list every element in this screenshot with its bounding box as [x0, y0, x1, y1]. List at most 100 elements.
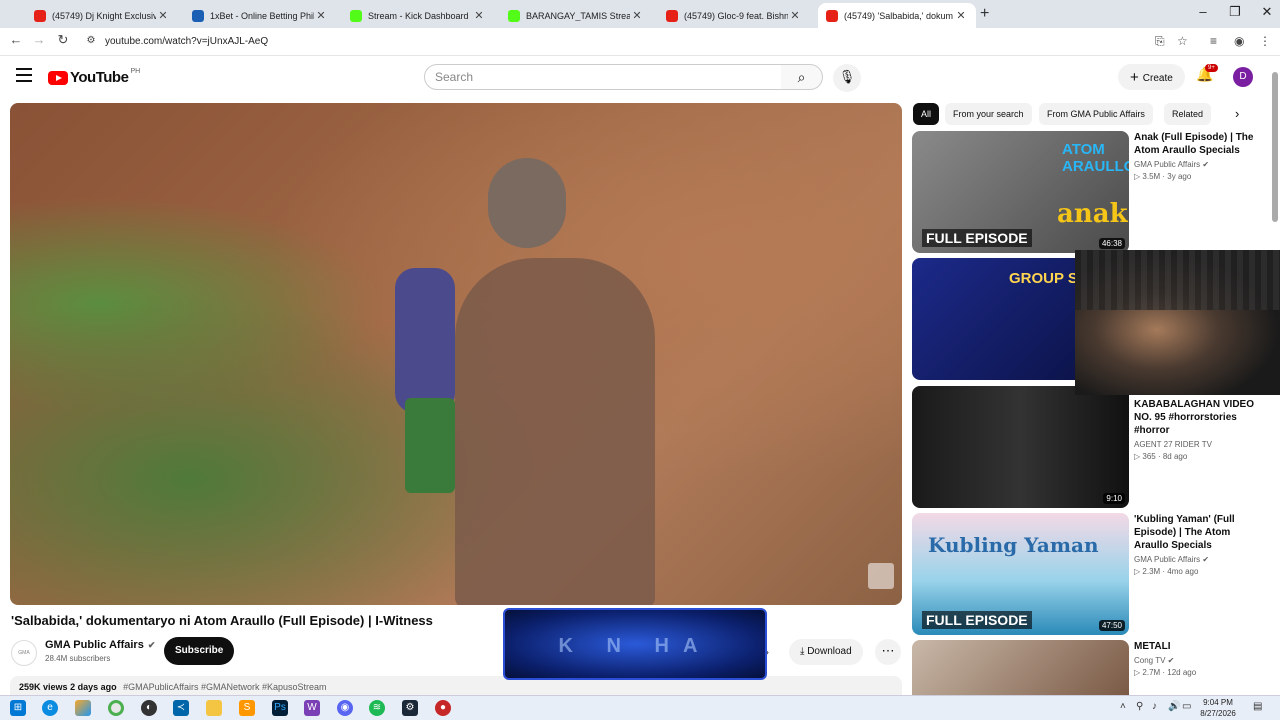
- close-tab-icon[interactable]: ✕: [788, 9, 802, 22]
- recommendation-item[interactable]: ATOM ARAULLO anak FULL EPISODE 46:38 Ana…: [912, 131, 1272, 253]
- copilot-icon[interactable]: [75, 700, 91, 716]
- profile-icon[interactable]: ◉: [1234, 34, 1244, 48]
- scrollbar-thumb[interactable]: [1272, 72, 1278, 222]
- minimize-button[interactable]: –: [1188, 4, 1218, 19]
- tray-chevron-icon[interactable]: ˄: [1120, 701, 1126, 712]
- create-button[interactable]: + Create: [1118, 64, 1185, 90]
- recorder-icon[interactable]: ●: [435, 700, 451, 716]
- bookmark-star-icon[interactable]: ☆: [1177, 34, 1188, 48]
- close-tab-icon[interactable]: ✕: [314, 9, 328, 22]
- video-thumbnail[interactable]: Kubling Yaman FULL EPISODE 47:50: [912, 513, 1129, 635]
- sublime-icon[interactable]: S: [239, 700, 255, 716]
- photoshop-icon[interactable]: Ps: [272, 700, 288, 716]
- file-explorer-icon[interactable]: [206, 700, 222, 716]
- obs-icon[interactable]: ◐: [141, 700, 157, 716]
- video-duration: 9:10: [1103, 493, 1125, 504]
- browser-tab[interactable]: (45749) Gloc-9 feat. Bishnu Pan ✕: [658, 3, 810, 28]
- back-arrow-icon[interactable]: ←: [6, 32, 26, 47]
- reload-icon[interactable]: ↻: [53, 32, 73, 48]
- forward-arrow-icon[interactable]: →: [29, 32, 49, 47]
- download-button[interactable]: ⤓ Download: [789, 639, 863, 665]
- recommendation-item[interactable]: Kubling Yaman FULL EPISODE 47:50 'Kublin…: [912, 513, 1272, 635]
- channel-name[interactable]: GMA Public Affairs ✔: [45, 639, 155, 651]
- new-tab-button[interactable]: +: [980, 5, 989, 23]
- video-thumbnail[interactable]: 9:10: [912, 386, 1129, 508]
- recommendation-item[interactable]: METALI Cong TV ✔ ▷ 2.7M · 12d ago: [912, 640, 1272, 695]
- recommendation-channel[interactable]: Cong TV: [1134, 656, 1165, 665]
- vscode-icon[interactable]: ≺: [173, 700, 189, 716]
- description-box[interactable]: 259K views 2 days ago #GMAPublicAffairs …: [10, 676, 902, 696]
- url-field[interactable]: youtube.com/watch?v=jUnxAJL-AeQ: [105, 36, 268, 47]
- spotify-icon[interactable]: ≋: [369, 700, 385, 716]
- windows-icon[interactable]: ⊞: [10, 700, 26, 716]
- youtube-favicon-icon: [826, 9, 838, 22]
- browser-tab[interactable]: (45749) Dj Knight Exclusive ( lo ✕: [26, 3, 178, 28]
- chevron-right-icon[interactable]: ›: [1235, 106, 1239, 121]
- chip-from-channel[interactable]: From GMA Public Affairs: [1039, 103, 1153, 125]
- browser-tab[interactable]: Stream - Kick Dashboard ✕: [342, 3, 494, 28]
- recommendation-channel[interactable]: AGENT 27 RIDER TV: [1134, 440, 1212, 449]
- recommendation-title[interactable]: METALI: [1134, 640, 1264, 653]
- site-info-icon[interactable]: ⚙: [81, 35, 101, 46]
- youtube-header: YouTube PH Search ⌕ 🎙 + Create 🔔 9+ D: [0, 56, 1280, 98]
- video-thumbnail[interactable]: ATOM ARAULLO anak FULL EPISODE 46:38: [912, 131, 1129, 253]
- channel-watermark[interactable]: [868, 563, 894, 589]
- recommendation-title[interactable]: 'Kubling Yaman' (Full Episode) | The Ato…: [1134, 513, 1264, 552]
- chrome-icon[interactable]: [108, 700, 124, 716]
- video-title: 'Salbabida,' dokumentaryo ni Atom Araull…: [11, 613, 433, 628]
- close-tab-icon[interactable]: ✕: [954, 9, 968, 22]
- notification-center-icon[interactable]: ▤: [1253, 701, 1262, 712]
- taskbar-clock[interactable]: 9:04 PM 8/27/2026: [1195, 697, 1241, 719]
- upload-age: 2 days ago: [70, 682, 117, 692]
- play-icon: ▷: [1134, 668, 1141, 677]
- video-thumbnail[interactable]: [912, 640, 1129, 695]
- chip-from-search[interactable]: From your search: [945, 103, 1032, 125]
- video-frame-figure: [455, 258, 655, 605]
- close-tab-icon[interactable]: ✕: [156, 9, 170, 22]
- browser-tab[interactable]: BARANGAY_TAMIS Stream - Wa ✕: [500, 3, 652, 28]
- clock-time: 9:04 PM: [1203, 698, 1233, 707]
- menu-icon[interactable]: [16, 68, 32, 82]
- notification-badge: 9+: [1205, 64, 1218, 72]
- recommendation-title[interactable]: Anak (Full Episode) | The Atom Araullo S…: [1134, 131, 1264, 157]
- page-scrollbar[interactable]: [1271, 62, 1279, 692]
- winamp-icon[interactable]: W: [304, 700, 320, 716]
- browser-tab[interactable]: 1xBet - Online Betting Philippin ✕: [184, 3, 336, 28]
- steam-icon[interactable]: ⚙: [402, 700, 418, 716]
- search-input[interactable]: Search: [424, 64, 782, 90]
- search-button[interactable]: ⌕: [781, 64, 823, 90]
- recommendation-channel[interactable]: GMA Public Affairs: [1134, 160, 1200, 169]
- subscribe-button[interactable]: Subscribe: [164, 637, 235, 665]
- close-tab-icon[interactable]: ✕: [630, 9, 644, 22]
- restore-button[interactable]: ❐: [1220, 4, 1250, 20]
- recommendation-title[interactable]: KABABALAGHAN VIDEO NO. 95 #horrorstories…: [1134, 398, 1264, 437]
- close-window-button[interactable]: ✕: [1252, 4, 1280, 20]
- verified-icon: ✔: [1202, 555, 1210, 564]
- voice-search-button[interactable]: 🎙: [833, 64, 861, 92]
- more-actions-icon[interactable]: ⋯: [875, 639, 901, 665]
- install-app-icon[interactable]: ⎘: [1155, 34, 1165, 49]
- edge-icon[interactable]: e: [42, 700, 58, 716]
- discord-icon[interactable]: ◉: [337, 700, 353, 716]
- chip-related[interactable]: Related: [1164, 103, 1212, 125]
- channel-avatar[interactable]: GMA: [11, 640, 37, 666]
- battery-icon[interactable]: ▭: [1182, 701, 1191, 712]
- tab-label: (45749) 'Salbabida,' dokum: [844, 10, 954, 21]
- youtube-play-icon: [48, 70, 68, 85]
- recommendation-item[interactable]: 9:10 KABABALAGHAN VIDEO NO. 95 #horrorst…: [912, 386, 1272, 508]
- hashtags[interactable]: #GMAPublicAffairs #GMANetwork #KapusoStr…: [123, 682, 326, 692]
- chip-all[interactable]: All: [913, 103, 940, 125]
- browser-menu-icon[interactable]: ⋮: [1259, 34, 1271, 48]
- tab-label: (45749) Gloc-9 feat. Bishnu Pan: [684, 10, 788, 21]
- volume-icon[interactable]: 🔊: [1168, 701, 1180, 712]
- browser-tab-active[interactable]: (45749) 'Salbabida,' dokum ✕: [818, 3, 976, 28]
- youtube-logo[interactable]: YouTube PH: [48, 68, 140, 86]
- close-tab-icon[interactable]: ✕: [472, 9, 486, 22]
- media-controls-icon[interactable]: ≡: [1210, 34, 1217, 48]
- account-avatar[interactable]: D: [1233, 67, 1253, 87]
- network-icon[interactable]: ⚲: [1136, 701, 1143, 712]
- microphone-tray-icon[interactable]: ♪: [1152, 701, 1157, 712]
- recommendation-channel[interactable]: GMA Public Affairs: [1134, 555, 1200, 564]
- video-player[interactable]: [10, 103, 902, 605]
- youtube-favicon-icon: [34, 9, 46, 22]
